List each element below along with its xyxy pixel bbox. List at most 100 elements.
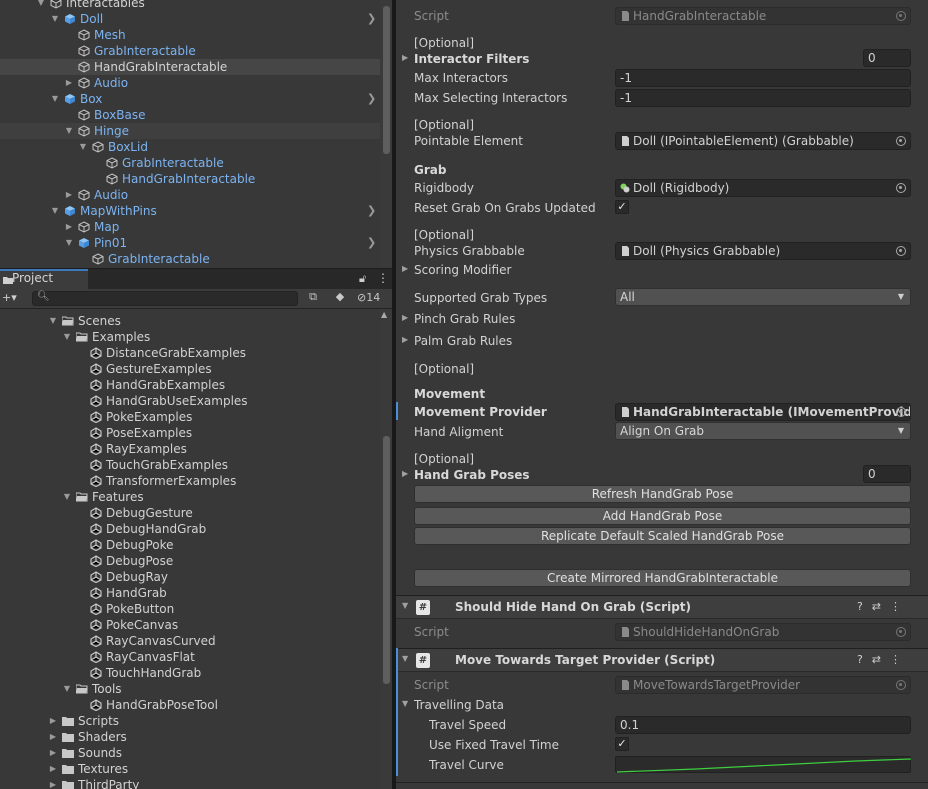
travel-speed-field[interactable]: 0.1 bbox=[615, 716, 911, 734]
hand-alignment-dropdown[interactable]: Align On Grab ▼ bbox=[615, 422, 911, 440]
physics-grabbable-field[interactable]: Doll (Physics Grabbable) bbox=[615, 242, 911, 260]
project-item[interactable]: HandGrabUseExamples bbox=[0, 393, 380, 409]
project-item[interactable]: TouchGrabExamples bbox=[0, 457, 380, 473]
travelling-data-label[interactable]: Travelling Data bbox=[414, 698, 504, 712]
hierarchy-item[interactable]: ▼ Doll ❯ bbox=[0, 11, 380, 27]
foldout-arrow-icon[interactable]: ▶ bbox=[402, 469, 408, 478]
expand-down-icon[interactable]: ▼ bbox=[48, 313, 58, 329]
refresh-handgrab-pose-button[interactable]: Refresh HandGrab Pose bbox=[414, 485, 911, 503]
project-search-input[interactable] bbox=[32, 291, 298, 306]
preset-icon[interactable]: ⇄ bbox=[872, 653, 890, 666]
project-scrollbar-thumb[interactable] bbox=[383, 436, 390, 684]
project-item[interactable]: PokeCanvas bbox=[0, 617, 380, 633]
project-item[interactable]: DebugRay bbox=[0, 569, 380, 585]
project-item[interactable]: ▼ Features bbox=[0, 489, 380, 505]
expand-down-icon[interactable]: ▼ bbox=[62, 489, 72, 505]
hierarchy-item[interactable]: HandGrabInteractable bbox=[0, 171, 380, 187]
foldout-arrow-icon[interactable]: ▼ bbox=[402, 699, 408, 708]
move-towards-header[interactable]: ▼ # Move Towards Target Provider (Script… bbox=[396, 648, 928, 672]
project-item[interactable]: GestureExamples bbox=[0, 361, 380, 377]
expand-down-icon[interactable]: ▼ bbox=[50, 203, 60, 219]
expand-down-icon[interactable]: ▼ bbox=[36, 0, 46, 11]
expand-right-icon[interactable]: ▶ bbox=[48, 745, 58, 761]
project-item[interactable]: ▶ Sounds bbox=[0, 745, 380, 761]
hierarchy-item[interactable]: ▼ BoxLid bbox=[0, 139, 380, 155]
kebab-menu-icon[interactable]: ⋮ bbox=[377, 271, 389, 285]
travel-curve-field[interactable] bbox=[615, 756, 912, 773]
expand-right-icon[interactable]: ▶ bbox=[48, 777, 58, 789]
foldout-arrow-icon[interactable]: ▶ bbox=[402, 313, 408, 322]
replicate-scaled-pose-button[interactable]: Replicate Default Scaled HandGrab Pose bbox=[414, 527, 911, 545]
foldout-arrow-icon[interactable]: ▶ bbox=[402, 53, 408, 62]
scoring-modifier-label[interactable]: Scoring Modifier bbox=[414, 263, 511, 277]
expand-down-icon[interactable]: ▼ bbox=[64, 123, 74, 139]
project-item[interactable]: PoseExamples bbox=[0, 425, 380, 441]
interactor-filters-count[interactable]: 0 bbox=[863, 49, 911, 67]
max-interactors-field[interactable]: -1 bbox=[615, 69, 911, 87]
supported-grab-types-dropdown[interactable]: All ▼ bbox=[615, 288, 911, 306]
kebab-menu-icon[interactable]: ⋮ bbox=[890, 653, 910, 666]
project-item[interactable]: TransformerExamples bbox=[0, 473, 380, 489]
add-asset-button[interactable]: +▾ bbox=[2, 291, 17, 304]
object-picker-icon[interactable] bbox=[896, 136, 906, 146]
open-prefab-chevron-icon[interactable]: ❯ bbox=[367, 235, 376, 251]
hierarchy-item[interactable]: ▶ Map bbox=[0, 219, 380, 235]
movement-provider-field[interactable]: HandGrabInteractable (IMovementProvider) bbox=[615, 403, 911, 421]
expand-down-icon[interactable]: ▼ bbox=[50, 91, 60, 107]
project-item[interactable]: ▶ Shaders bbox=[0, 729, 380, 745]
project-item[interactable]: HandGrab bbox=[0, 585, 380, 601]
project-item[interactable]: PokeButton bbox=[0, 601, 380, 617]
hand-grab-poses-label[interactable]: Hand Grab Poses bbox=[414, 468, 530, 482]
preset-icon[interactable]: ⇄ bbox=[872, 600, 890, 613]
should-hide-hand-header[interactable]: ▼ # Should Hide Hand On Grab (Script) ?⇄… bbox=[396, 595, 928, 619]
expand-right-icon[interactable]: ▶ bbox=[48, 761, 58, 777]
open-prefab-chevron-icon[interactable]: ❯ bbox=[367, 203, 376, 219]
hierarchy-item[interactable]: GrabInteractable bbox=[0, 155, 380, 171]
hierarchy-item[interactable]: ▼ MapWithPins ❯ bbox=[0, 203, 380, 219]
object-picker-icon[interactable] bbox=[896, 11, 906, 21]
object-picker-icon[interactable] bbox=[896, 183, 906, 193]
hierarchy-item[interactable]: ▼ Interactables bbox=[0, 0, 380, 11]
help-icon[interactable]: ? bbox=[857, 653, 872, 666]
project-item[interactable]: DistanceGrabExamples bbox=[0, 345, 380, 361]
project-item[interactable]: RayCanvasFlat bbox=[0, 649, 380, 665]
project-item[interactable]: ▶ Scripts bbox=[0, 713, 380, 729]
fixed-travel-checkbox[interactable]: ✓ bbox=[615, 737, 629, 751]
project-item[interactable]: DebugPoke bbox=[0, 537, 380, 553]
object-picker-icon[interactable] bbox=[896, 627, 906, 637]
open-prefab-chevron-icon[interactable]: ❯ bbox=[367, 91, 376, 107]
script-field[interactable]: MoveTowardsTargetProvider bbox=[615, 676, 911, 694]
reset-grab-checkbox[interactable]: ✓ bbox=[615, 200, 629, 214]
add-handgrab-pose-button[interactable]: Add HandGrab Pose bbox=[414, 507, 911, 525]
project-item[interactable]: TouchHandGrab bbox=[0, 665, 380, 681]
foldout-arrow-icon[interactable]: ▶ bbox=[402, 335, 408, 344]
foldout-arrow-icon[interactable]: ▼ bbox=[402, 654, 408, 663]
project-item[interactable]: DebugPose bbox=[0, 553, 380, 569]
hierarchy-item[interactable]: ▼ Box ❯ bbox=[0, 91, 380, 107]
hierarchy-item[interactable]: BoxBase bbox=[0, 107, 380, 123]
foldout-arrow-icon[interactable]: ▶ bbox=[402, 264, 408, 273]
hierarchy-item[interactable]: GrabInteractable bbox=[0, 43, 380, 59]
hierarchy-item[interactable]: ▶ Audio bbox=[0, 187, 380, 203]
scroll-up-arrow-icon[interactable]: ▲ bbox=[381, 310, 387, 319]
hierarchy-item[interactable]: ▶ Audio bbox=[0, 75, 380, 91]
create-mirrored-button[interactable]: Create Mirrored HandGrabInteractable bbox=[414, 569, 911, 587]
expand-down-icon[interactable]: ▼ bbox=[64, 235, 74, 251]
hierarchy-item[interactable]: ▼ Pin01 ❯ bbox=[0, 235, 380, 251]
component-actions[interactable]: ?⇄⋮ bbox=[857, 600, 910, 613]
foldout-arrow-icon[interactable]: ▼ bbox=[402, 601, 408, 610]
project-item[interactable]: ▶ Textures bbox=[0, 761, 380, 777]
hand-grab-poses-count[interactable]: 0 bbox=[863, 465, 911, 483]
hidden-packages-toggle[interactable]: ⊘14 bbox=[357, 291, 380, 304]
help-icon[interactable]: ? bbox=[857, 600, 872, 613]
kebab-menu-icon[interactable]: ⋮ bbox=[890, 600, 910, 613]
pinch-grab-rules-label[interactable]: Pinch Grab Rules bbox=[414, 312, 515, 326]
expand-right-icon[interactable]: ▶ bbox=[48, 729, 58, 745]
hierarchy-scrollbar-thumb[interactable] bbox=[383, 6, 390, 154]
expand-down-icon[interactable]: ▼ bbox=[50, 11, 60, 27]
hierarchy-item[interactable]: Mesh bbox=[0, 27, 380, 43]
project-item[interactable]: RayExamples bbox=[0, 441, 380, 457]
max-selecting-field[interactable]: -1 bbox=[615, 89, 911, 107]
open-prefab-chevron-icon[interactable]: ❯ bbox=[367, 11, 376, 27]
project-item[interactable]: DebugGesture bbox=[0, 505, 380, 521]
